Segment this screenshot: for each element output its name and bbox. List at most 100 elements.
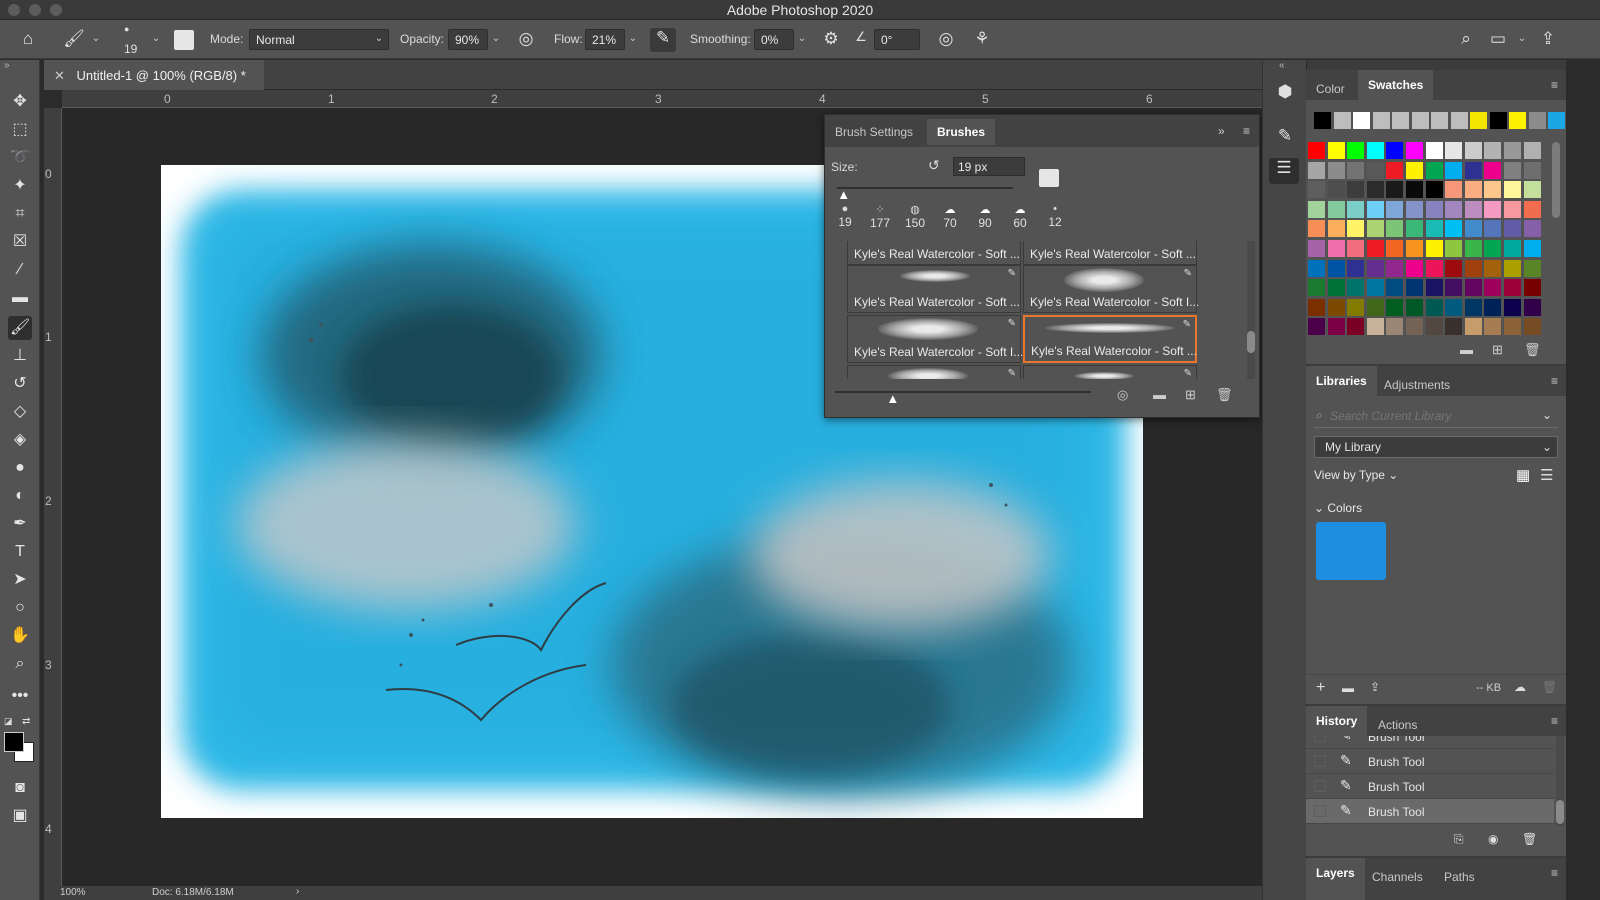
swatch[interactable]: [1327, 318, 1345, 336]
flow-field[interactable]: 21%: [585, 29, 625, 50]
brush-preset-item[interactable]: Kyle's Real Watercolor - Soft ...: [1023, 241, 1197, 265]
zoom-tool-icon[interactable]: ⌕: [8, 652, 32, 676]
swatch[interactable]: [1484, 279, 1502, 297]
document-tab[interactable]: ✕ Untitled-1 @ 100% (RGB/8) *: [44, 60, 264, 90]
brush-tool-icon[interactable]: 🖌: [8, 316, 32, 340]
recent-swatch[interactable]: [1548, 112, 1565, 129]
swatch[interactable]: [1445, 220, 1463, 238]
library-search-input[interactable]: [1330, 406, 1530, 426]
swatch[interactable]: [1406, 142, 1423, 159]
swatch[interactable]: [1366, 161, 1384, 179]
swatch[interactable]: [1523, 161, 1541, 179]
swatch[interactable]: [1464, 279, 1482, 297]
swatch[interactable]: [1406, 181, 1423, 199]
collapse-panel-icon[interactable]: »: [1218, 124, 1225, 138]
add-element-icon[interactable]: +: [1316, 679, 1325, 697]
chevron-down-icon[interactable]: ⌄: [1542, 408, 1552, 422]
brush-preset-item[interactable]: ✎: [1023, 365, 1197, 379]
swatch[interactable]: [1464, 240, 1482, 257]
swatch[interactable]: [1425, 318, 1443, 336]
swatch[interactable]: [1464, 298, 1482, 316]
delete-brush-icon[interactable]: 🗑: [1216, 387, 1233, 403]
swatch[interactable]: [1523, 318, 1541, 336]
lasso-tool-icon[interactable]: ➰: [8, 146, 32, 170]
swatch[interactable]: [1464, 181, 1482, 199]
scrollbar-thumb[interactable]: [1556, 800, 1564, 824]
swatch[interactable]: [1406, 279, 1423, 297]
swatch[interactable]: [1327, 200, 1345, 218]
blur-tool-icon[interactable]: ●: [8, 456, 32, 480]
swatch[interactable]: [1504, 220, 1521, 238]
recent-swatch[interactable]: [1392, 112, 1409, 129]
swatch[interactable]: [1347, 220, 1365, 238]
history-state-current[interactable]: ✎ Brush Tool: [1306, 799, 1554, 824]
colors-section-toggle[interactable]: ⌄ Colors: [1314, 501, 1362, 515]
tab-swatches[interactable]: Swatches: [1358, 70, 1434, 100]
swatch[interactable]: [1523, 279, 1541, 297]
recent-brush[interactable]: ◍ 150: [901, 203, 929, 230]
recent-swatch[interactable]: [1333, 112, 1351, 129]
swatch[interactable]: [1425, 259, 1443, 277]
swatch[interactable]: [1484, 200, 1502, 218]
swatch[interactable]: [1386, 200, 1404, 218]
swatch[interactable]: [1308, 318, 1325, 336]
smoothing-field[interactable]: 0%: [754, 29, 794, 50]
swatch[interactable]: [1308, 161, 1325, 179]
new-swatch-icon[interactable]: ⊞: [1492, 342, 1503, 358]
swatch[interactable]: [1406, 298, 1423, 316]
delete-icon[interactable]: 🗑: [1542, 680, 1557, 694]
marquee-tool-icon[interactable]: ⬚: [8, 118, 32, 142]
history-brush-tool-icon[interactable]: ↺: [8, 372, 32, 396]
swatch[interactable]: [1386, 279, 1404, 297]
brush-preset-item[interactable]: ✎ Kyle's Real Watercolor - Soft I...: [1023, 265, 1198, 313]
swatch[interactable]: [1425, 142, 1443, 159]
new-group-icon[interactable]: ▬: [1153, 387, 1166, 402]
swatch[interactable]: [1445, 298, 1463, 316]
path-selection-tool-icon[interactable]: ➤: [8, 568, 32, 592]
swatch[interactable]: [1504, 161, 1521, 179]
delete-state-icon[interactable]: 🗑: [1522, 832, 1537, 846]
brush-preset-item[interactable]: ✎ Kyle's Real Watercolor - Soft I...: [847, 315, 1022, 363]
close-tab-icon[interactable]: ✕: [54, 68, 65, 83]
swatch[interactable]: [1464, 142, 1482, 159]
swatch[interactable]: [1464, 161, 1482, 179]
swatch[interactable]: [1366, 181, 1384, 199]
pressure-opacity-icon[interactable]: ◎: [514, 29, 538, 49]
swatch[interactable]: [1464, 220, 1482, 238]
size-slider-thumb[interactable]: ▲: [837, 187, 850, 202]
recent-swatch[interactable]: [1372, 112, 1390, 129]
swatch[interactable]: [1386, 220, 1404, 238]
swatch[interactable]: [1327, 298, 1345, 316]
swatch[interactable]: [1406, 220, 1423, 238]
paint-bucket-tool-icon[interactable]: ◈: [8, 428, 32, 452]
swatch[interactable]: [1308, 279, 1325, 297]
swatch[interactable]: [1386, 240, 1404, 257]
recent-brush[interactable]: ☁ 90: [971, 203, 999, 230]
history-scrollbar[interactable]: [1556, 736, 1564, 826]
swatch[interactable]: [1347, 240, 1365, 257]
pen-tool-icon[interactable]: ✒: [8, 512, 32, 536]
new-document-from-state-icon[interactable]: ⎘: [1454, 832, 1464, 847]
recent-swatch[interactable]: [1489, 112, 1507, 129]
share-icon[interactable]: ⇪: [1536, 29, 1560, 49]
swatch[interactable]: [1347, 200, 1365, 218]
swatch[interactable]: [1504, 259, 1521, 277]
tab-color[interactable]: Color: [1306, 76, 1355, 102]
delete-swatch-icon[interactable]: 🗑: [1524, 342, 1541, 358]
grid-view-icon[interactable]: ▦: [1516, 466, 1530, 484]
swatch[interactable]: [1347, 181, 1365, 199]
swatch[interactable]: [1308, 200, 1325, 218]
folder-icon[interactable]: ▬: [1342, 681, 1354, 695]
swatch[interactable]: [1504, 279, 1521, 297]
clone-stamp-tool-icon[interactable]: ⊥: [8, 344, 32, 368]
size-slider-track[interactable]: [837, 187, 1013, 189]
swatch[interactable]: [1327, 161, 1345, 179]
scrollbar-thumb[interactable]: [1247, 331, 1255, 353]
recent-swatch[interactable]: [1411, 112, 1429, 129]
size-field[interactable]: 19 px: [953, 157, 1025, 176]
panel-menu-icon[interactable]: ≡: [1551, 866, 1558, 880]
recent-swatch[interactable]: [1528, 112, 1546, 129]
recent-swatch[interactable]: [1470, 112, 1487, 129]
swatch[interactable]: [1366, 240, 1384, 257]
swatch[interactable]: [1308, 181, 1325, 199]
